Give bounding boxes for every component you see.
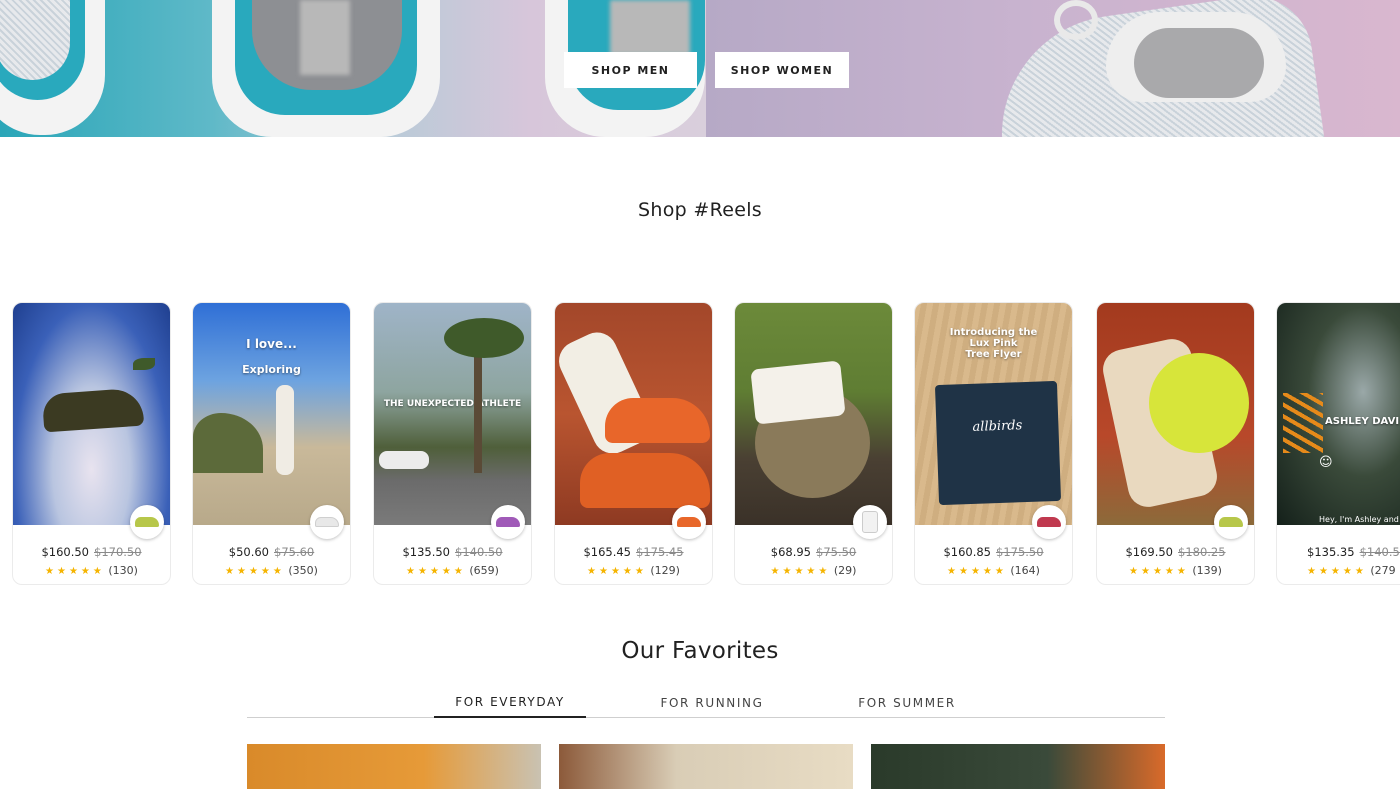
- reel-overlay-text: ASHLEY DAVI: [1325, 416, 1400, 427]
- old-price: $75.50: [816, 545, 857, 559]
- reel-info: $135.35 $140.55 ★★★★★ (279: [1277, 525, 1400, 584]
- smiley-icon: ☺: [1319, 455, 1333, 470]
- favorites-tabs: FOR EVERYDAY FOR RUNNING FOR SUMMER: [247, 688, 1165, 718]
- price: $160.50: [41, 545, 89, 559]
- reel-video[interactable]: I love... Exploring: [193, 303, 350, 525]
- reel-info: $50.60 $75.60 ★★★★★ (350): [193, 525, 350, 584]
- old-price: $140.50: [455, 545, 503, 559]
- bush-image: [193, 413, 263, 473]
- shorts-image: [750, 360, 846, 425]
- hero-shoe-women-insole: [1134, 28, 1264, 98]
- favorite-card[interactable]: [559, 744, 853, 789]
- review-count: (164): [1010, 564, 1040, 577]
- hero-blurred-patch-2: [610, 0, 690, 55]
- reels-section-title: Shop #Reels: [638, 199, 762, 221]
- overlay-line: Tree Flyer: [965, 349, 1022, 360]
- price: $169.50: [1125, 545, 1173, 559]
- price: $50.60: [228, 545, 269, 559]
- reel-shoe-image: [41, 387, 145, 433]
- favorites-section-title: Our Favorites: [621, 638, 779, 664]
- old-price: $75.60: [274, 545, 315, 559]
- star-rating-icon: ★★★★★: [406, 566, 466, 577]
- star-rating-icon: ★★★★★: [45, 566, 105, 577]
- review-count: (139): [1192, 564, 1222, 577]
- review-count: (129): [650, 564, 680, 577]
- reel-info: $135.50 $140.50 ★★★★★ (659): [374, 525, 531, 584]
- reel-card[interactable]: $160.50 $170.50 ★★★★★ (130): [12, 302, 171, 585]
- hero-shoe-women-pull-tab: [1054, 0, 1098, 40]
- review-count: (29): [833, 564, 857, 577]
- reel-video[interactable]: [735, 303, 892, 525]
- reel-overlay-text: Introducing the Lux Pink Tree Flyer: [915, 327, 1072, 360]
- reel-video[interactable]: Introducing the Lux Pink Tree Flyer allb…: [915, 303, 1072, 525]
- reel-info: $68.95 $75.50 ★★★★★ (29): [735, 525, 892, 584]
- reel-card[interactable]: $169.50 $180.25 ★★★★★ (139): [1096, 302, 1255, 585]
- favorite-card[interactable]: [247, 744, 541, 789]
- reel-card[interactable]: THE UNEXPECTED ATHLETE $135.50 $140.50 ★★…: [373, 302, 532, 585]
- reel-overlay-text: I love...: [246, 337, 297, 351]
- orange-shoe-image: [605, 398, 710, 443]
- price: $165.45: [583, 545, 631, 559]
- old-price: $175.50: [996, 545, 1044, 559]
- tab-for-everyday[interactable]: FOR EVERYDAY: [434, 688, 586, 718]
- reel-card[interactable]: Introducing the Lux Pink Tree Flyer allb…: [914, 302, 1073, 585]
- overlay-line: Lux Pink: [969, 338, 1018, 349]
- hero-banner: SHOP MEN SHOP WOMEN: [0, 0, 1400, 137]
- reel-video[interactable]: [1097, 303, 1254, 525]
- reel-info: $165.45 $175.45 ★★★★★ (129): [555, 525, 712, 584]
- shoe-box-image: allbirds: [934, 380, 1062, 506]
- tennis-ball-image: [1149, 353, 1249, 453]
- reel-card[interactable]: I love... Exploring $50.60 $75.60 ★★★★★ (…: [192, 302, 351, 585]
- favorite-card[interactable]: [871, 744, 1165, 789]
- star-rating-icon: ★★★★★: [587, 566, 647, 577]
- star-rating-icon: ★★★★★: [1129, 566, 1189, 577]
- old-price: $175.45: [636, 545, 684, 559]
- tab-for-running[interactable]: FOR RUNNING: [637, 688, 787, 718]
- reel-video[interactable]: ASHLEY DAVI ☺ Hey, I'm Ashley and I'm f: [1277, 303, 1400, 525]
- flower-image: [1283, 393, 1323, 453]
- reel-overlay-text: THE UNEXPECTED ATHLETE: [383, 399, 522, 409]
- reel-info: $169.50 $180.25 ★★★★★ (139): [1097, 525, 1254, 584]
- hero-shoe-1-insole: [0, 0, 70, 80]
- star-rating-icon: ★★★★★: [947, 566, 1007, 577]
- review-count: (130): [108, 564, 138, 577]
- price: $68.95: [770, 545, 811, 559]
- star-rating-icon: ★★★★★: [1307, 566, 1367, 577]
- reel-video[interactable]: THE UNEXPECTED ATHLETE: [374, 303, 531, 525]
- reel-card[interactable]: $68.95 $75.50 ★★★★★ (29): [734, 302, 893, 585]
- old-price: $140.55: [1359, 545, 1400, 559]
- reel-card[interactable]: ASHLEY DAVI ☺ Hey, I'm Ashley and I'm f …: [1276, 302, 1400, 585]
- overlay-line: Introducing the: [949, 327, 1038, 338]
- tab-for-summer[interactable]: FOR SUMMER: [832, 688, 982, 718]
- reel-card[interactable]: $165.45 $175.45 ★★★★★ (129): [554, 302, 713, 585]
- review-count: (279: [1370, 564, 1396, 577]
- orange-shoe-image: [580, 453, 710, 508]
- shop-men-button[interactable]: SHOP MEN: [564, 52, 697, 88]
- runner-image: [276, 385, 294, 475]
- price: $135.50: [402, 545, 450, 559]
- review-count: (350): [288, 564, 318, 577]
- leaf-image: [133, 358, 155, 370]
- shop-women-button[interactable]: SHOP WOMEN: [715, 52, 849, 88]
- box-brand-text: allbirds: [972, 418, 1023, 435]
- price: $160.85: [943, 545, 991, 559]
- old-price: $180.25: [1178, 545, 1226, 559]
- reel-overlay-text: Exploring: [242, 363, 301, 376]
- review-count: (659): [469, 564, 499, 577]
- price: $135.35: [1307, 545, 1355, 559]
- palm-leaves-image: [444, 318, 524, 358]
- hero-blurred-patch: [300, 0, 350, 75]
- star-rating-icon: ★★★★★: [770, 566, 831, 577]
- reel-caption: Hey, I'm Ashley and I'm f: [1319, 515, 1400, 524]
- reel-info: $160.85 $175.50 ★★★★★ (164): [915, 525, 1072, 584]
- car-image: [379, 451, 429, 469]
- reel-video[interactable]: [13, 303, 170, 525]
- old-price: $170.50: [94, 545, 142, 559]
- reel-info: $160.50 $170.50 ★★★★★ (130): [13, 525, 170, 584]
- reel-video[interactable]: [555, 303, 712, 525]
- star-rating-icon: ★★★★★: [225, 566, 285, 577]
